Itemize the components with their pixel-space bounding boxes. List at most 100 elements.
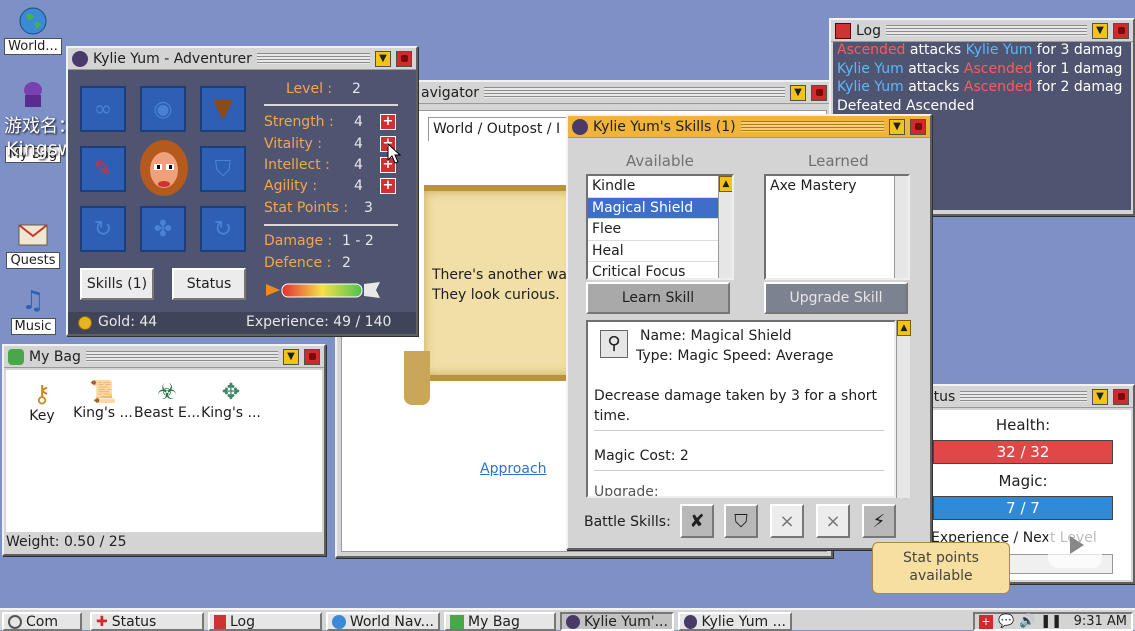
skill-item[interactable]: Flee (588, 219, 732, 241)
bag-item[interactable]: 📜 King's ... (70, 380, 136, 421)
bag-contents: ⚷ Key 📜 King's ... ☣ Beast E... ✥ King's… (6, 370, 322, 532)
bag-item-label: King's ... (201, 405, 261, 421)
character-avatar (136, 138, 192, 200)
bag-item[interactable]: ☣ Beast E... (134, 380, 200, 421)
bag-item[interactable]: ⚷ Key (14, 380, 70, 424)
skill-item[interactable]: Critical Focus (588, 262, 732, 278)
defence-value: 2 (342, 255, 351, 271)
scroll-icon: 📜 (89, 380, 117, 405)
skills-button[interactable]: Skills (1) (80, 268, 154, 300)
detail-divider (594, 470, 884, 471)
defence-label: Defence : (264, 255, 332, 271)
equip-slot-weapon[interactable]: ✎ (80, 146, 126, 192)
close-button[interactable] (304, 348, 320, 365)
learned-scrollbar[interactable] (894, 176, 908, 278)
status-titlebar[interactable]: atus ▼ (921, 386, 1133, 408)
learned-skill-item[interactable]: Axe Mastery (766, 176, 908, 198)
minimize-button[interactable]: ▼ (790, 84, 806, 101)
stat-points-tooltip: Stat points available (872, 542, 1010, 594)
equip-slot-body[interactable]: ▼ (200, 86, 246, 132)
minimize-button[interactable]: ▼ (1092, 388, 1108, 405)
upgrade-skill-button[interactable]: Upgrade Skill (764, 282, 908, 314)
battle-slot-2[interactable]: ⛉ (724, 504, 758, 538)
close-button[interactable] (811, 84, 827, 101)
equip-slot-feet[interactable]: ✤ (140, 206, 186, 252)
minimize-button[interactable]: ▼ (375, 50, 391, 67)
desktop-icon-music[interactable]: ♫ Music (4, 286, 62, 335)
beast-essence-icon: ☣ (157, 380, 177, 405)
bag-titlebar[interactable]: My Bag ▼ (4, 346, 324, 368)
learned-skills-list[interactable]: Axe Mastery (764, 174, 910, 280)
portrait-icon (572, 118, 588, 135)
equip-slot-ring-left[interactable]: ↻ (80, 206, 126, 252)
task-character[interactable]: Kylie Yum ... (678, 612, 792, 631)
task-label: Status (111, 613, 157, 630)
skill-item[interactable]: Heal (588, 241, 732, 262)
detail-scrollbar[interactable]: ▲ (896, 320, 911, 498)
battle-slot-3[interactable]: × (770, 504, 804, 538)
gold-amount: Gold: 44 (98, 314, 158, 330)
close-button[interactable] (396, 50, 412, 67)
close-button[interactable] (1113, 388, 1129, 405)
skill-item-selected[interactable]: Magical Shield (588, 197, 732, 219)
available-skills-list[interactable]: Kindle Magical Shield Flee Heal Critical… (586, 174, 734, 280)
task-world-nav[interactable]: World Nav... (326, 612, 440, 631)
necklace-icon: ∞ (93, 96, 113, 122)
kings-item-icon: ✥ (221, 380, 241, 405)
battle-slot-5[interactable]: ⚡ (862, 504, 896, 538)
close-button[interactable] (910, 118, 926, 135)
book-icon (835, 22, 851, 39)
bag-item[interactable]: ✥ King's ... (198, 380, 264, 421)
equip-slot-head[interactable]: ◉ (140, 86, 186, 132)
stat-points-value: 3 (364, 200, 373, 216)
shield-icon: ⛉ (214, 156, 232, 182)
desktop-icon-quests[interactable]: Quests (4, 220, 62, 269)
music-note-icon: ♫ (21, 286, 45, 316)
desktop-icon-label: Quests (6, 252, 60, 269)
notification-icon[interactable]: + (979, 614, 993, 629)
character-titlebar[interactable]: Kylie Yum - Adventurer ▼ (68, 48, 416, 70)
equip-slot-necklace[interactable]: ∞ (80, 86, 126, 132)
task-bag[interactable]: My Bag (444, 612, 556, 631)
battle-slot-1[interactable]: ✘ (680, 504, 714, 538)
log-line: Kylie Yum attacks Ascended for 2 damag (837, 79, 1127, 98)
minimize-button[interactable]: ▼ (1092, 22, 1108, 39)
scroll-up-arrow-icon[interactable]: ▲ (719, 176, 732, 192)
skills-titlebar[interactable]: Kylie Yum's Skills (1) ▼ (568, 116, 930, 138)
approach-link[interactable]: Approach (480, 461, 547, 477)
log-titlebar[interactable]: Log ▼ (831, 20, 1133, 42)
increase-agility-button[interactable]: + (380, 178, 396, 194)
minimize-button[interactable]: ▼ (283, 348, 299, 365)
title-stripes (256, 53, 370, 64)
skill-cost: Magic Cost: 2 (594, 448, 689, 464)
scroll-up-arrow-icon[interactable]: ▲ (897, 320, 911, 336)
log-segment: Ascended (963, 79, 1033, 95)
title-stripes (740, 121, 884, 132)
skill-item[interactable]: Kindle (588, 176, 732, 198)
close-button[interactable] (1113, 22, 1129, 39)
equip-slot-ring-right[interactable]: ↻ (200, 206, 246, 252)
ring-icon: ↻ (93, 216, 113, 242)
key-icon: ⚷ (33, 380, 51, 408)
task-log[interactable]: Log (208, 612, 322, 631)
status-button[interactable]: Status (172, 268, 246, 300)
battle-slot-4[interactable]: × (816, 504, 850, 538)
empty-slot-x-icon: × (825, 510, 841, 532)
stat-value-strength: 4 (354, 114, 363, 130)
chat-icon[interactable]: 💬 (998, 614, 1014, 629)
minimize-button[interactable]: ▼ (889, 118, 905, 135)
available-scrollbar[interactable]: ▲ (718, 176, 732, 278)
bag-item-label: King's ... (73, 405, 133, 421)
desktop-icon-world[interactable]: World... (4, 6, 62, 55)
pause-icon[interactable]: ❚❚ (1040, 614, 1062, 629)
increase-strength-button[interactable]: + (380, 114, 396, 130)
detail-divider (594, 430, 884, 431)
task-skills[interactable]: Kylie Yum'... (560, 612, 674, 631)
volume-icon[interactable]: 🔊 (1019, 614, 1035, 629)
experience-amount: Experience: 49 / 140 (246, 314, 392, 330)
equip-slot-offhand[interactable]: ⛉ (200, 146, 246, 192)
learn-skill-button[interactable]: Learn Skill (586, 282, 730, 314)
portrait-icon (684, 614, 698, 629)
taskbar-start-button[interactable]: Com (2, 612, 82, 631)
task-status[interactable]: ✚ Status (90, 612, 204, 631)
